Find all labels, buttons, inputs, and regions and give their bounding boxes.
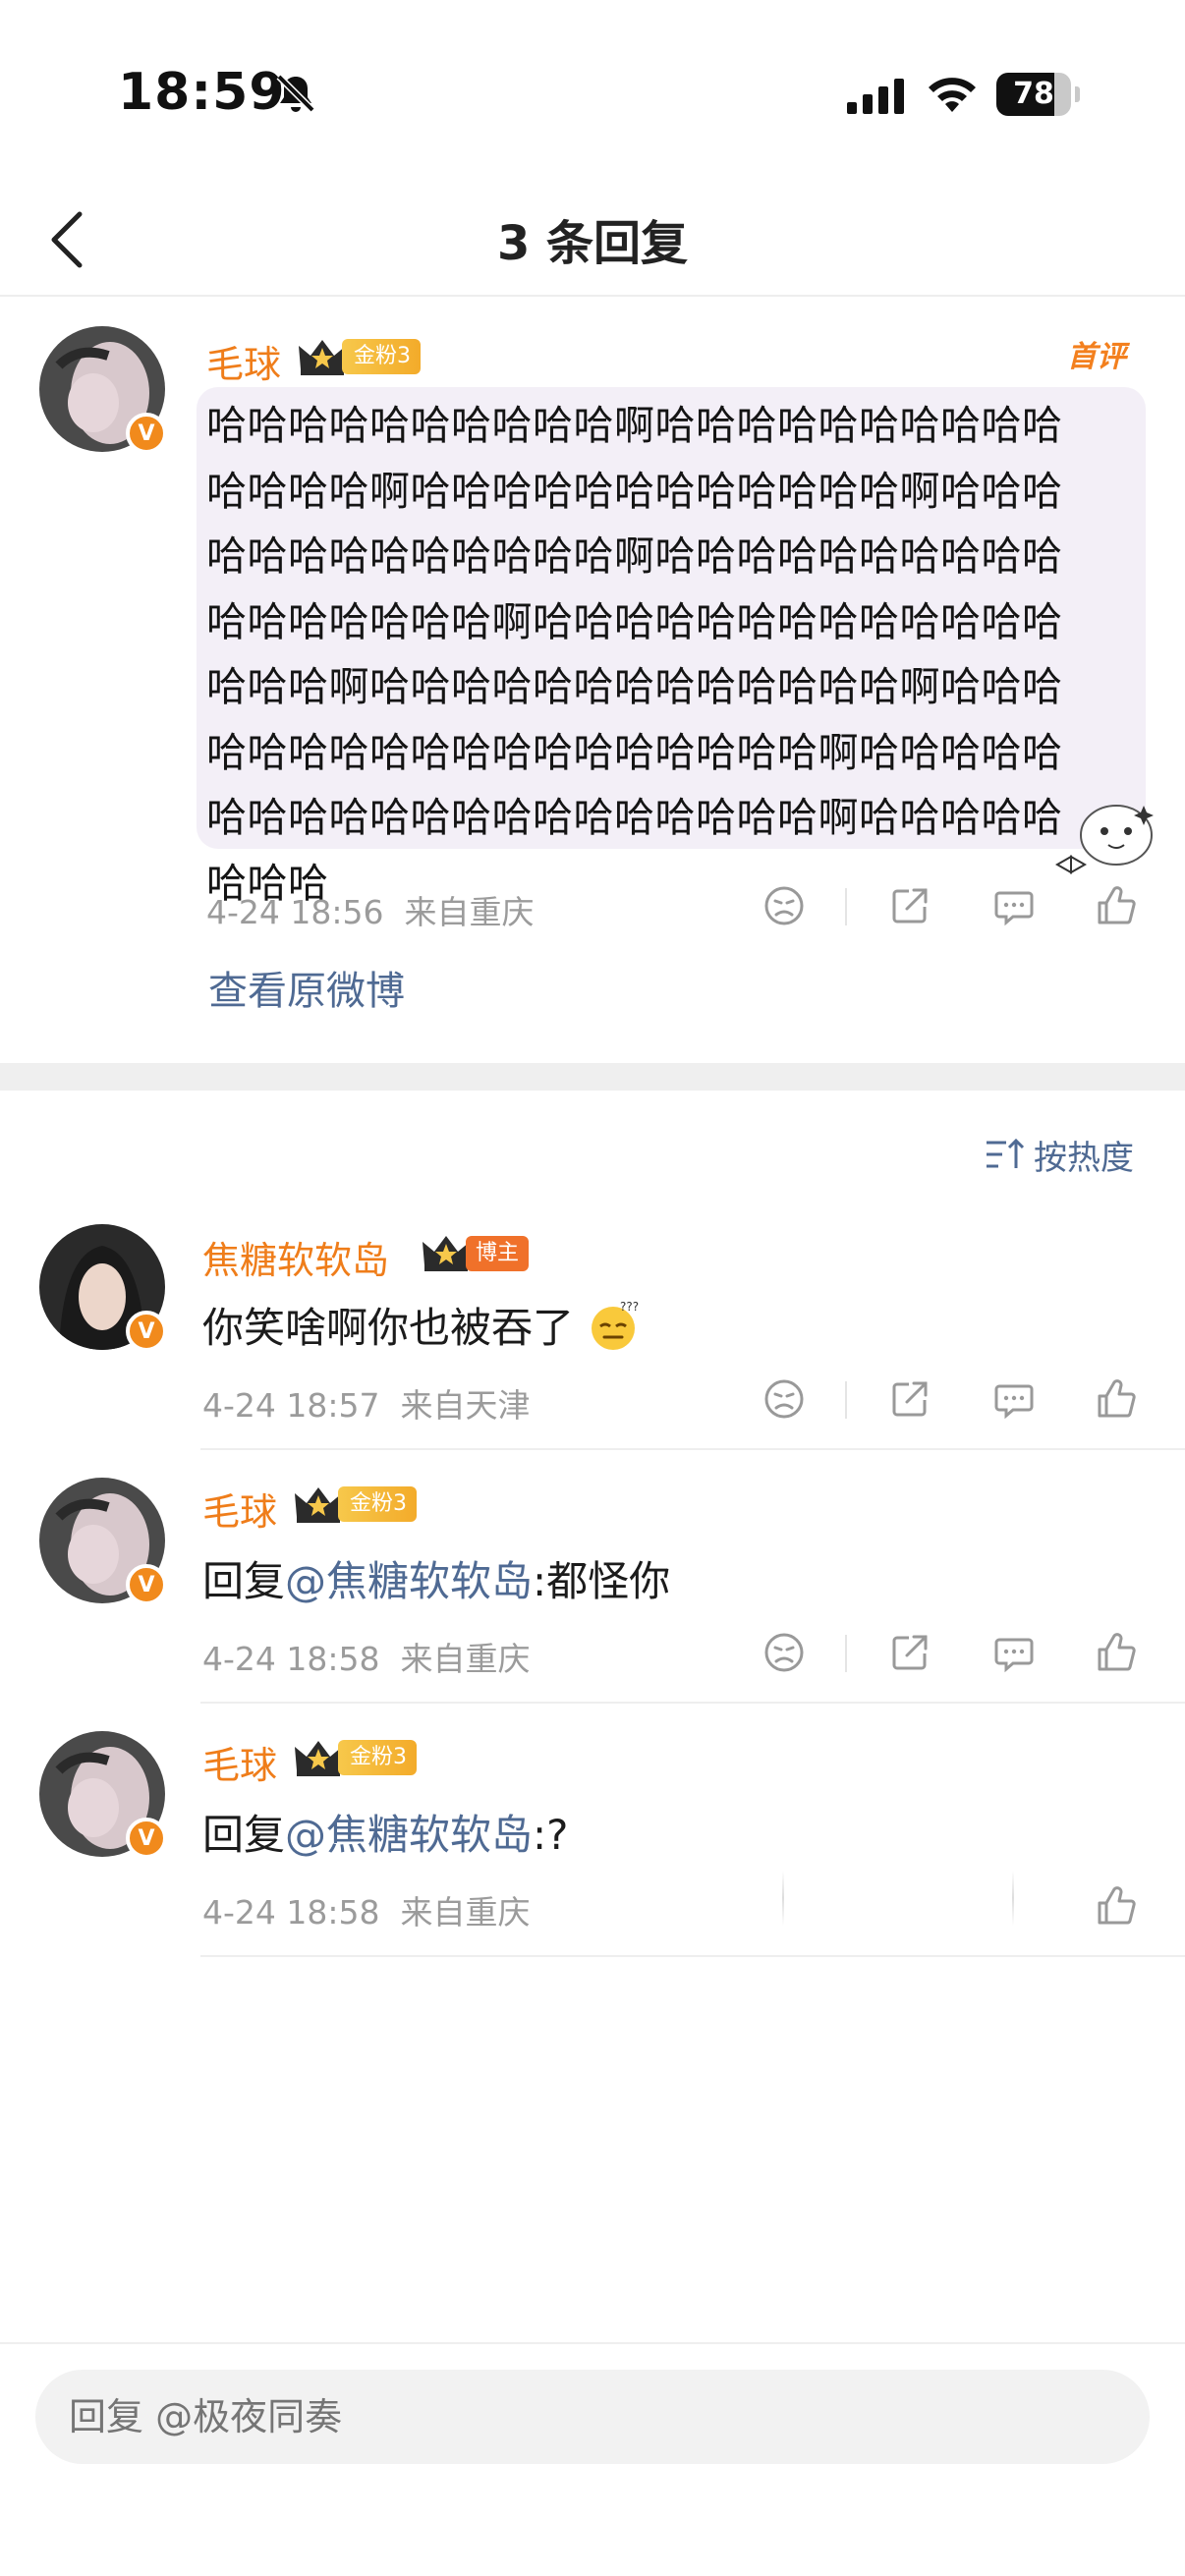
like-button[interactable] [1091,1373,1142,1425]
crown-icon [295,1741,342,1776]
username[interactable]: 毛球 [206,334,281,388]
comment-button[interactable] [988,1627,1040,1678]
crown-icon [295,1487,342,1523]
dislike-button[interactable] [759,1373,810,1425]
comment-location: 来自重庆 [404,893,535,931]
reply-text: 你笑啥啊你也被吞了 ??? [202,1295,640,1355]
dislike-face-icon [764,1633,804,1672]
sort-button[interactable]: 按热度 [985,1130,1134,1179]
sort-label: 按热度 [1034,1138,1134,1178]
like-icon [1098,1379,1136,1418]
battery-level: 78 [1013,77,1054,111]
like-button[interactable] [1091,1880,1142,1932]
dislike-button[interactable] [759,1627,810,1678]
action-separator [845,1635,847,1672]
comment-meta: 4-24 18:56 来自重庆 [206,886,534,933]
verified-badge: V [126,413,167,454]
share-button[interactable] [884,1373,935,1425]
crown-icon [299,340,346,375]
reply-bar [0,2342,1185,2576]
reply-location: 来自重庆 [400,1893,531,1932]
action-separator [845,888,847,925]
signal-icon [847,79,904,114]
like-button[interactable] [1091,1627,1142,1678]
like-icon [1098,886,1136,924]
reply-date: 4-24 18:57 [202,1386,380,1425]
reply-text: 回复@焦糖软软岛:都怪你 [202,1548,670,1608]
reply-prefix: 回复 [202,1557,286,1605]
reply-date: 4-24 18:58 [202,1893,380,1932]
action-placeholder [782,1871,784,1926]
first-comment-badge: 首评 [1067,340,1126,374]
verified-badge: V [126,1311,167,1352]
sort-icon [987,1138,1024,1168]
fan-level-tag: 金粉3 [342,339,421,374]
view-original-post-link[interactable]: 查看原微博 [208,959,405,1016]
comment-text: 哈哈哈哈哈哈哈哈哈哈啊哈哈哈哈哈哈哈哈哈哈哈哈哈哈啊哈哈哈哈哈哈哈哈哈哈哈哈啊哈… [206,402,1063,907]
reply-text-content: 你笑啥啊你也被吞了 [202,1304,575,1352]
reply-meta: 4-24 18:57 来自天津 [202,1379,530,1427]
reply-prefix: 回复 [202,1811,286,1859]
nav-bar: 3 条回复 [0,187,1185,297]
fan-level-tag: 金粉3 [338,1740,417,1775]
comment-date: 4-24 18:56 [206,893,384,931]
comment-button[interactable] [988,880,1040,931]
status-time: 18:59 [118,63,286,122]
dislike-button[interactable] [759,880,810,931]
avatar[interactable]: V [39,1224,167,1352]
verified-badge: V [126,1818,167,1859]
comment-icon [994,1384,1034,1420]
reply-divider [200,1702,1185,1704]
page-title: 3 条回复 [496,216,689,271]
comment-icon [994,891,1034,926]
svg-text:???: ??? [620,1300,639,1314]
avatar[interactable]: V [39,1731,167,1859]
dislike-face-icon [764,1379,804,1419]
username[interactable]: 焦糖软软岛 [202,1230,389,1284]
like-icon [1098,1633,1136,1671]
squint-emoji-icon: ??? [592,1300,639,1350]
reply-location: 来自重庆 [400,1640,531,1678]
blogger-tag: 博主 [466,1236,530,1271]
action-placeholder [1012,1871,1014,1926]
reply-divider [200,1448,1185,1450]
dislike-face-icon [764,886,804,925]
mention-link[interactable]: @焦糖软软岛 [285,1811,533,1859]
reply-text-content: :都怪你 [533,1557,671,1605]
crown-icon [423,1236,470,1271]
status-bar: 18:59 78 [0,0,1185,187]
verified-badge: V [126,1564,167,1605]
share-icon [892,1635,928,1670]
bell-off-icon [276,74,315,113]
comment-button[interactable] [988,1373,1040,1425]
action-separator [845,1381,847,1419]
reply-input[interactable] [35,2370,1150,2464]
reply-location: 来自天津 [400,1386,531,1425]
share-icon [892,1381,928,1417]
comment-icon [994,1638,1034,1673]
like-button[interactable] [1091,880,1142,931]
username[interactable]: 毛球 [202,1482,277,1536]
fan-level-tag: 金粉3 [338,1486,417,1522]
like-icon [1098,1886,1136,1925]
share-button[interactable] [884,1627,935,1678]
section-gap [0,1063,1185,1091]
bubble-sticker-decoration [1054,805,1154,874]
wifi-icon [929,78,976,112]
reply-date: 4-24 18:58 [202,1640,380,1678]
mention-link[interactable]: @焦糖软软岛 [285,1557,533,1605]
avatar[interactable]: V [39,326,167,454]
reply-text-content: :? [533,1811,569,1859]
reply-meta: 4-24 18:58 来自重庆 [202,1886,530,1933]
battery-icon: 78 [996,73,1080,116]
avatar[interactable]: V [39,1478,167,1605]
share-icon [892,888,928,924]
username[interactable]: 毛球 [202,1735,277,1789]
reply-meta: 4-24 18:58 来自重庆 [202,1633,530,1680]
reply-text: 回复@焦糖软软岛:? [202,1802,568,1862]
reply-divider [200,1955,1185,1957]
share-button[interactable] [884,880,935,931]
